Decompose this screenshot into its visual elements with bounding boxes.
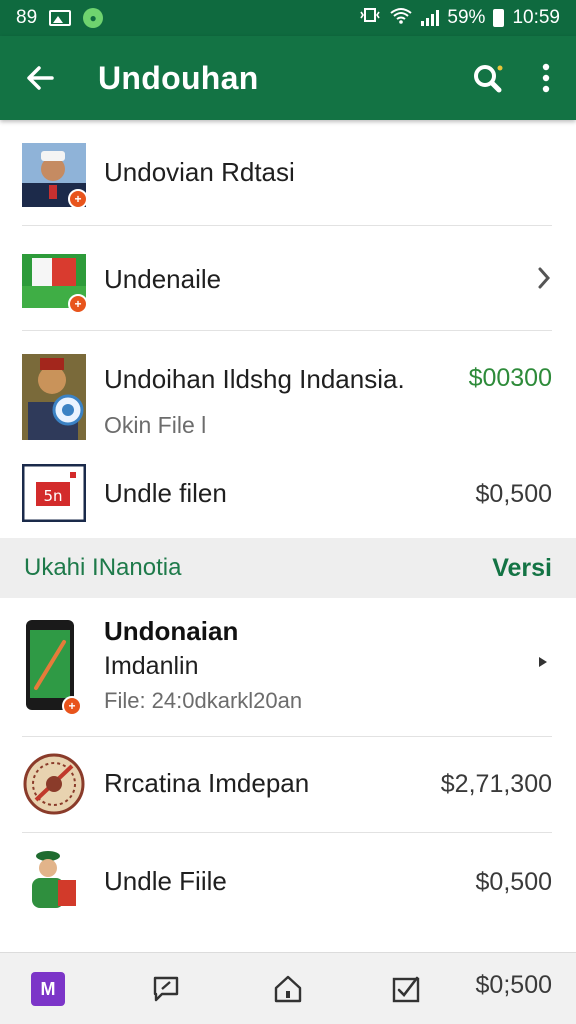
nav-store-button[interactable] [268,969,308,1009]
divider [22,330,552,331]
item-title: Undle Fiile [104,866,227,896]
arrow-left-icon [27,66,54,90]
more-vert-icon [542,63,550,93]
more-options-button[interactable] [516,36,576,120]
item-line2: Imdanlin [104,652,199,680]
badge-icon: + [62,696,82,716]
home-icon [274,975,302,1003]
section-header: Ukahi INanotia Versi [0,538,576,598]
back-button[interactable] [0,36,80,120]
list-item[interactable]: Rrcatina Imdepan $2,71,300 [0,752,576,816]
item-price: $2,71,300 [440,770,552,798]
page-title: Undouhan [98,59,259,96]
list-item[interactable]: + Undovian Rdtasi [0,140,576,210]
nav-home-button[interactable]: M [28,969,68,1009]
item-line3: File: 24:0dkarkl20an [104,688,303,713]
seal-icon [22,752,86,816]
phone-thumbnail: + [24,618,82,716]
chevron-right-icon[interactable] [536,654,550,675]
chat-icon [153,976,179,1002]
nav-price: $0;500 [475,971,552,999]
item-title: Rrcatina Imdepan [104,768,310,798]
status-right: 59% 10:59 [359,6,560,30]
list-item[interactable]: + Undonaian Imdanlin File: 24:0dkarkl20a… [0,612,576,724]
app-bar: Undouhan [0,36,576,120]
avatar: + [22,143,88,209]
chevron-right-icon[interactable] [536,266,552,295]
item-price: $0,500 [475,868,552,896]
m-logo-icon: M [31,972,65,1006]
list-item[interactable]: Undle Fiile $0,500 [0,848,576,914]
item-subtitle: Okin File l [104,412,207,438]
search-icon [474,65,503,93]
bottom-nav: M $0;500 [0,952,576,1024]
signal-icon [421,10,440,26]
person-icon [22,848,86,912]
list-item[interactable]: Undoihan Ildshg Indansia. $00300 Okin Fi… [0,350,576,442]
list-item[interactable]: 5n Undle filen $0,500 [0,460,576,526]
badge-icon: + [68,189,88,209]
divider [22,736,552,737]
avatar [22,354,86,440]
item-title: Undovian Rdtasi [104,157,295,187]
item-title: Undle filen [104,478,227,508]
wifi-icon [389,6,413,30]
badge-icon: + [68,294,88,314]
svg-text:5n: 5n [43,487,62,505]
list-item[interactable]: + Undenaile [0,248,576,314]
divider [22,832,552,833]
checkbox-icon [392,976,420,1003]
clock: 10:59 [512,7,560,28]
nav-tasks-button[interactable] [386,969,426,1009]
battery-percent: 59% [447,7,486,28]
status-left: 89 ● [16,7,104,29]
status-bar: 89 ● 59% 10:59 [0,0,576,36]
battery-icon [493,9,505,27]
file-thumbnail: 5n [21,463,87,523]
nav-messages-button[interactable] [146,969,186,1009]
section-title: Ukahi INanotia [24,554,182,581]
flag-thumbnail: + [22,254,88,314]
item-title: Undoihan Ildshg Indansia. [104,364,405,394]
status-left-text: 89 [16,7,38,28]
item-title: Undenaile [104,264,222,294]
app-notification-icon: ● [83,8,104,28]
item-price: $0,500 [475,480,552,508]
divider [22,225,552,226]
item-price: $00300 [468,364,552,392]
vibrate-icon [359,6,381,30]
image-notification-icon [49,10,72,26]
section-action-button[interactable]: Versi [492,554,552,583]
search-button[interactable] [460,36,516,120]
item-title: Undonaian [104,616,239,646]
